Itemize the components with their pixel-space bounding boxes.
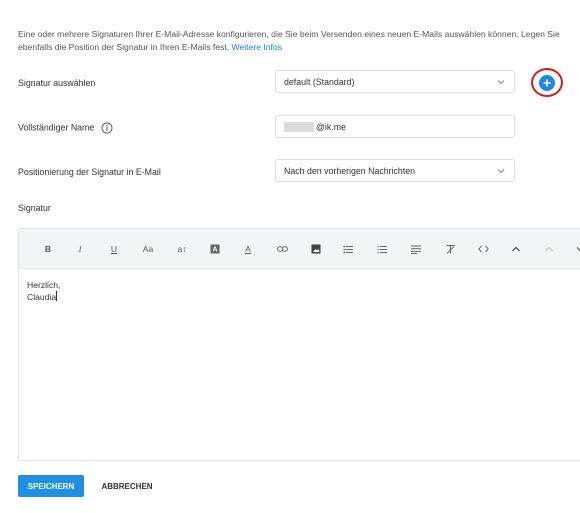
signature-select-label: Signatur auswählen [18,78,96,88]
signature-line: Claudia [27,291,580,303]
editor-toolbar: B I U Aa a↕ A A [19,229,580,269]
undo-icon [512,246,520,252]
align-button[interactable] [407,241,425,257]
editor-content[interactable]: Herzlich, Claudia [19,269,580,313]
italic-button[interactable]: I [71,241,89,257]
redacted-text [284,121,314,132]
add-signature-highlight [531,68,563,97]
link-button[interactable] [273,241,291,257]
background-color-button[interactable]: A [206,241,224,257]
signature-editor: B I U Aa a↕ A A Herzlich, Claudia [18,228,580,461]
save-button[interactable]: SPEICHERN [18,475,84,497]
chevron-down-icon [497,169,505,174]
bullet-list-icon [343,245,353,253]
plus-circle-icon [543,79,551,86]
undo-button[interactable] [507,241,525,257]
signature-editor-label: Signatur [18,203,51,213]
add-signature-button[interactable] [539,74,555,91]
chevron-down-icon [576,247,580,252]
code-button[interactable] [474,241,492,257]
code-icon [477,245,489,253]
clear-format-icon [446,244,454,254]
font-size-button[interactable]: Aa [139,241,157,257]
clear-format-button[interactable] [441,241,459,257]
redo-button[interactable] [540,241,558,257]
text-cursor [56,291,58,301]
full-name-label-text: Vollständiger Name [18,122,95,133]
signature-select[interactable]: default (Standard) [275,70,515,93]
signature-line-text: Claudia [27,292,57,302]
position-label: Positionierung der Signatur in E-Mail [18,167,161,177]
align-icon [411,245,421,254]
image-icon [311,244,321,254]
text-color-button[interactable]: A [239,241,257,257]
signature-line: Herzlich, [27,280,61,290]
redo-icon [545,246,553,252]
info-icon[interactable] [101,122,113,134]
full-name-value: @ik.me [316,121,346,132]
background-color-icon: A [210,244,220,254]
line-height-button[interactable]: a↕ [173,241,191,257]
numbered-list-icon [377,245,387,253]
numbered-list-button[interactable] [373,241,391,257]
image-button[interactable] [307,241,325,257]
more-info-link[interactable]: Weitere Infos [232,42,282,52]
chevron-down-icon [497,80,505,85]
cancel-button[interactable]: ABBRECHEN [92,475,162,497]
bold-button[interactable]: B [39,241,57,257]
full-name-label: Vollständiger Name [18,122,113,134]
position-select[interactable]: Nach den vorherigen Nachrichten [275,159,515,182]
link-icon [276,246,288,252]
full-name-input[interactable]: @ik.me [275,115,515,138]
intro-text: Eine oder mehrere Signaturen Ihrer E-Mai… [18,28,574,54]
svg-text:A: A [212,247,217,254]
underline-button[interactable]: U [105,241,123,257]
bullet-list-button[interactable] [339,241,357,257]
intro-description: Eine oder mehrere Signaturen Ihrer E-Mai… [18,29,560,52]
position-select-value: Nach den vorherigen Nachrichten [284,165,416,176]
signature-select-value: default (Standard) [284,76,355,87]
more-options-button[interactable] [571,241,580,257]
